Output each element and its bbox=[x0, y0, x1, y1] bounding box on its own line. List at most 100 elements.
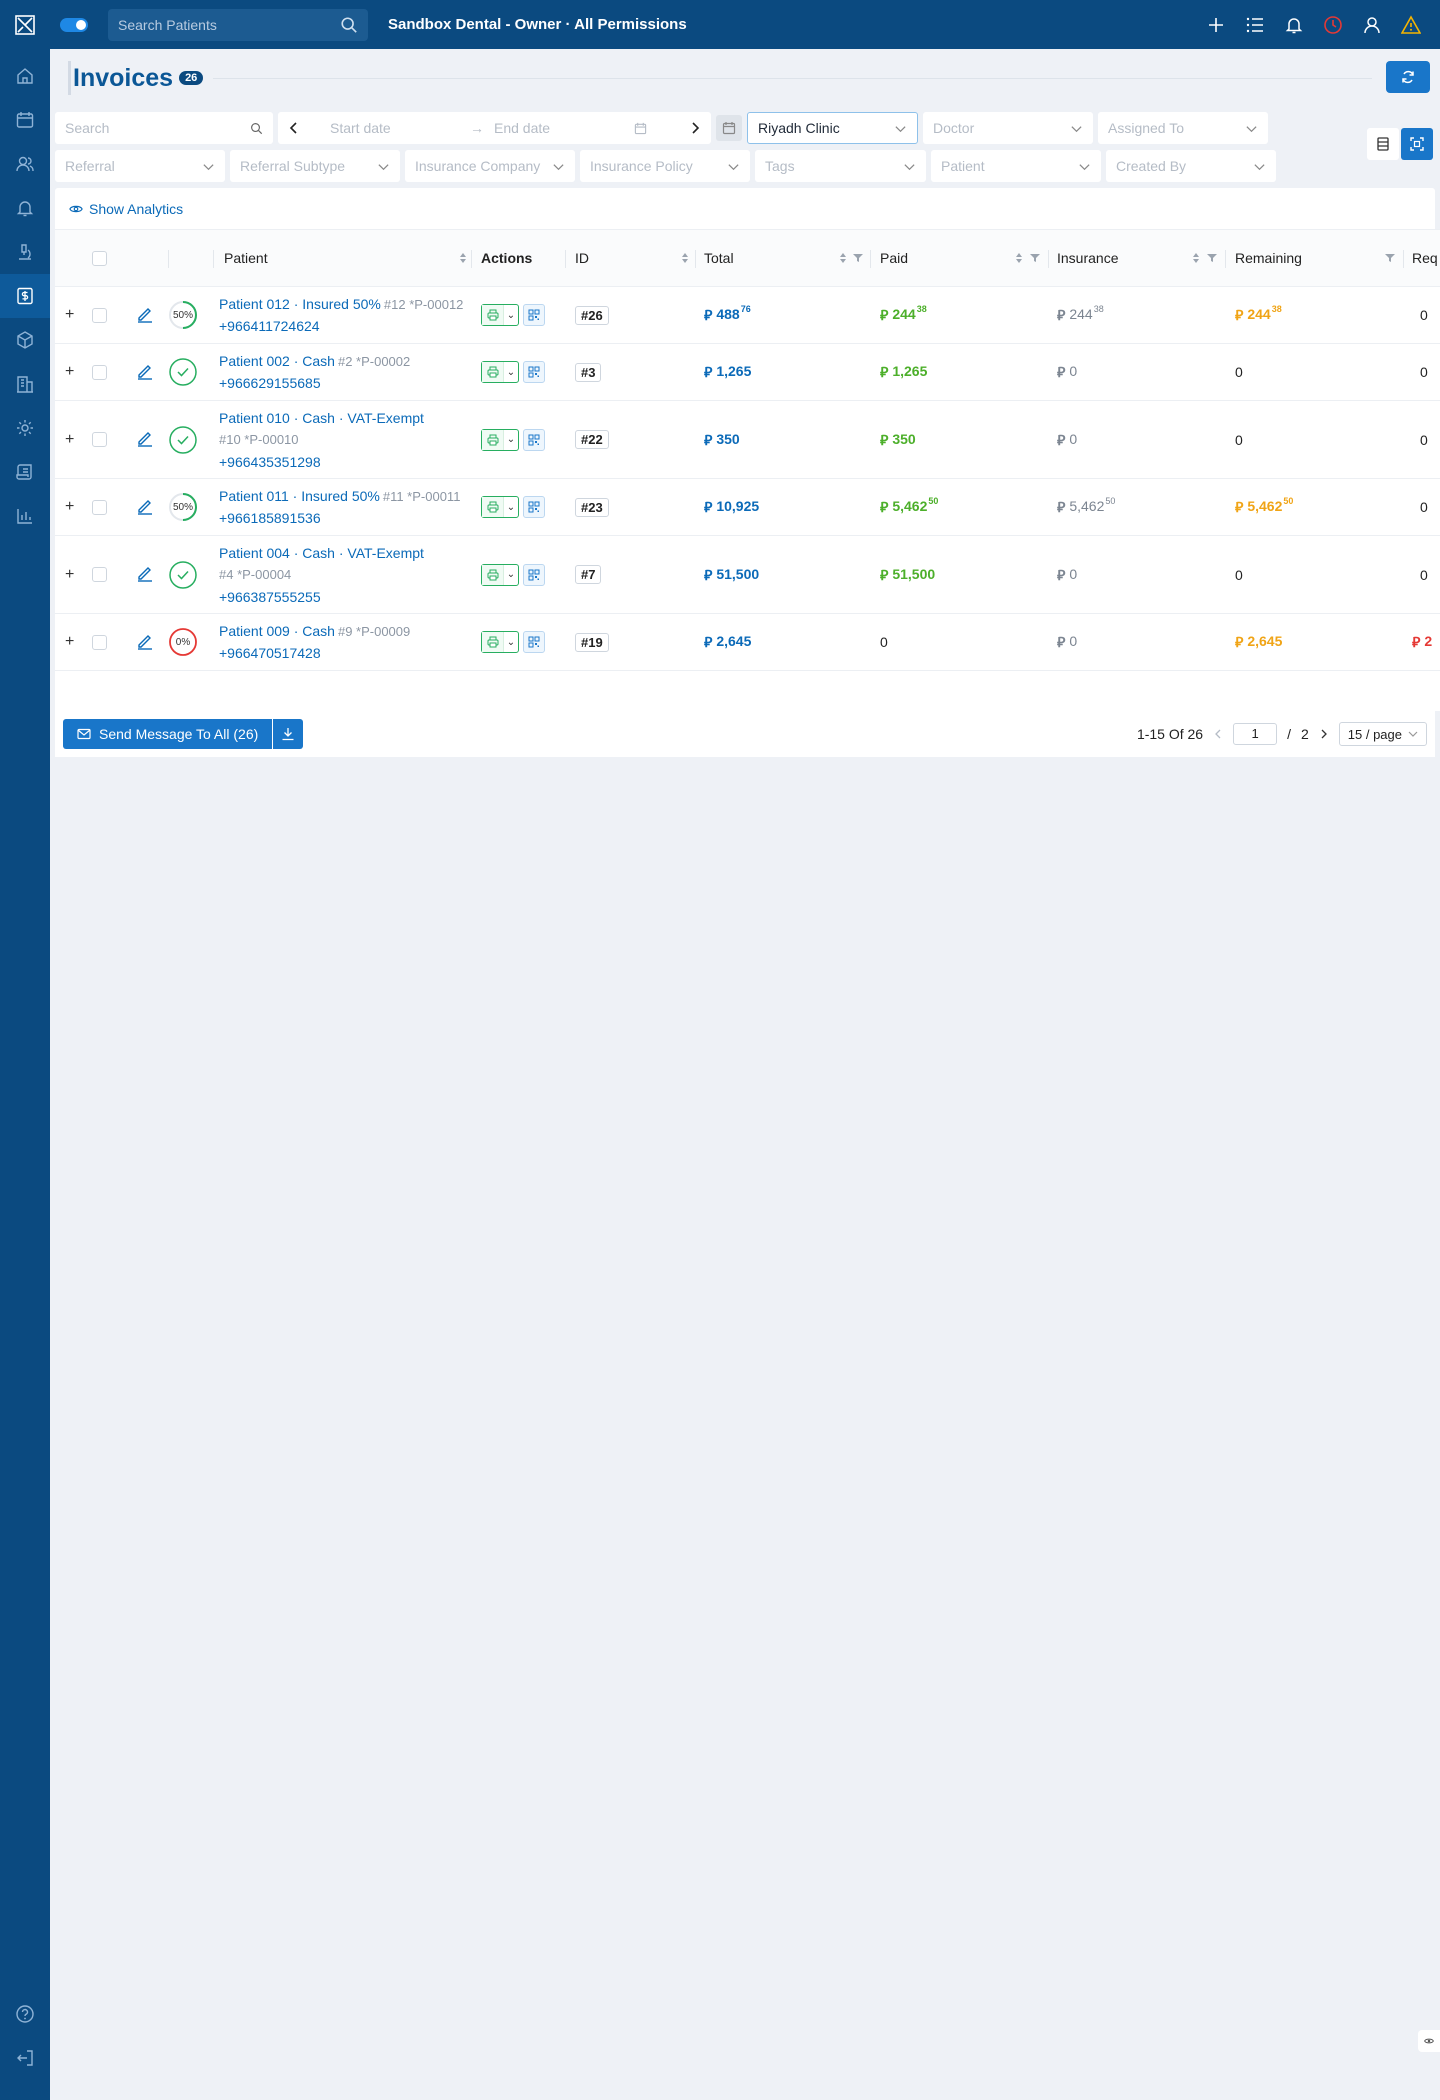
patient-phone-link[interactable]: +966629155685 bbox=[219, 372, 410, 394]
table-row[interactable]: + Patient 004 · Cash · VAT-Exempt #4 *P-00… bbox=[55, 536, 1440, 614]
sidebar-item-lab[interactable] bbox=[0, 230, 50, 274]
sidebar-item-patients[interactable] bbox=[0, 142, 50, 186]
search-input[interactable]: Search bbox=[55, 112, 273, 144]
sort-total-button[interactable] bbox=[833, 230, 847, 286]
theme-toggle[interactable] bbox=[60, 17, 88, 32]
tags-select[interactable]: Tags bbox=[755, 150, 926, 182]
app-logo[interactable] bbox=[0, 0, 50, 49]
task-list-button[interactable] bbox=[1235, 0, 1274, 49]
table-row[interactable]: +0% Patient 009 · Cash #9 *P-00009 +9664705… bbox=[55, 614, 1440, 671]
invoice-id-badge[interactable]: #19 bbox=[575, 632, 609, 652]
print-invoice-button[interactable]: ⌄ bbox=[481, 361, 519, 383]
sidebar-item-invoices[interactable] bbox=[0, 274, 50, 318]
next-page-button[interactable] bbox=[1319, 726, 1329, 742]
table-row[interactable]: + Patient 010 · Cash · VAT-Exempt #10 *P-0… bbox=[55, 401, 1440, 479]
referral-subtype-select[interactable]: Referral Subtype bbox=[230, 150, 400, 182]
doctor-select[interactable]: Doctor bbox=[923, 112, 1093, 144]
print-options-dropdown[interactable]: ⌄ bbox=[504, 367, 518, 378]
qr-code-button[interactable] bbox=[523, 631, 545, 653]
sort-insurance-button[interactable] bbox=[1186, 230, 1200, 286]
print-invoice-button[interactable]: ⌄ bbox=[481, 496, 519, 518]
show-analytics-toggle[interactable]: Show Analytics bbox=[55, 188, 1435, 229]
refresh-button[interactable] bbox=[1386, 61, 1430, 93]
start-date-input[interactable]: Start date bbox=[330, 120, 460, 136]
assigned-to-select[interactable]: Assigned To bbox=[1098, 112, 1268, 144]
edit-invoice-button[interactable] bbox=[136, 429, 154, 450]
patient-name-link[interactable]: Patient 002 · Cash bbox=[219, 353, 335, 369]
filter-remaining-button[interactable] bbox=[1385, 230, 1395, 286]
qr-code-button[interactable] bbox=[523, 563, 545, 586]
table-row[interactable]: +50% Patient 011 · Insured 50% #11 *P-0001… bbox=[55, 479, 1440, 536]
invoice-id-badge[interactable]: #3 bbox=[575, 362, 602, 382]
row-checkbox[interactable] bbox=[92, 307, 107, 323]
expand-row-button[interactable]: + bbox=[65, 306, 74, 324]
filter-paid-button[interactable] bbox=[1030, 230, 1040, 286]
insurance-company-select[interactable]: Insurance Company bbox=[405, 150, 575, 182]
table-view-button[interactable] bbox=[1367, 128, 1399, 160]
insurance-policy-select[interactable]: Insurance Policy bbox=[580, 150, 750, 182]
page-number-input[interactable]: 1 bbox=[1233, 723, 1278, 745]
expand-row-button[interactable]: + bbox=[65, 633, 74, 651]
print-invoice-button[interactable]: ⌄ bbox=[481, 428, 519, 451]
column-paid[interactable]: Paid bbox=[880, 230, 908, 286]
sidebar-item-notifications[interactable] bbox=[0, 186, 50, 230]
profile-button[interactable] bbox=[1352, 0, 1391, 49]
filter-total-button[interactable] bbox=[853, 230, 863, 286]
notifications-button[interactable] bbox=[1274, 0, 1313, 49]
sidebar-item-clinics[interactable] bbox=[0, 362, 50, 406]
patient-name-link[interactable]: Patient 010 · Cash · VAT-Exempt bbox=[219, 410, 424, 426]
clock-button[interactable] bbox=[1313, 0, 1352, 49]
patient-name-link[interactable]: Patient 009 · Cash bbox=[219, 623, 335, 639]
patient-phone-link[interactable]: +966411724624 bbox=[219, 315, 463, 337]
print-options-dropdown[interactable]: ⌄ bbox=[504, 569, 518, 580]
invoice-id-badge[interactable]: #7 bbox=[575, 565, 602, 584]
edit-invoice-button[interactable] bbox=[136, 362, 154, 383]
print-invoice-button[interactable]: ⌄ bbox=[481, 631, 519, 653]
invoice-id-badge[interactable]: #23 bbox=[575, 497, 609, 517]
column-req[interactable]: Req bbox=[1412, 230, 1438, 286]
row-checkbox[interactable] bbox=[92, 499, 107, 515]
sidebar-item-home[interactable] bbox=[0, 54, 50, 98]
prev-date-button[interactable] bbox=[278, 121, 310, 135]
created-by-select[interactable]: Created By bbox=[1106, 150, 1276, 182]
expand-row-button[interactable]: + bbox=[65, 363, 74, 381]
print-invoice-button[interactable]: ⌄ bbox=[481, 563, 519, 586]
sort-patient-button[interactable] bbox=[453, 230, 467, 286]
clinic-select[interactable]: Riyadh Clinic bbox=[747, 112, 918, 144]
row-checkbox[interactable] bbox=[92, 432, 107, 447]
patient-phone-link[interactable]: +966470517428 bbox=[219, 642, 410, 664]
print-options-dropdown[interactable]: ⌄ bbox=[504, 637, 518, 648]
floating-eye-tab[interactable] bbox=[1418, 2030, 1440, 2052]
qr-code-button[interactable] bbox=[523, 304, 545, 326]
invoice-id-badge[interactable]: #22 bbox=[575, 430, 609, 449]
download-button[interactable] bbox=[273, 719, 304, 749]
column-remaining[interactable]: Remaining bbox=[1235, 230, 1302, 286]
sidebar-item-analytics[interactable] bbox=[0, 494, 50, 538]
expand-row-button[interactable]: + bbox=[65, 566, 74, 584]
print-options-dropdown[interactable]: ⌄ bbox=[504, 434, 518, 445]
table-row[interactable]: +50% Patient 012 · Insured 50% #12 *P-0001… bbox=[55, 287, 1440, 344]
qr-code-button[interactable] bbox=[523, 496, 545, 518]
expand-row-button[interactable]: + bbox=[65, 498, 74, 516]
row-checkbox[interactable] bbox=[92, 364, 107, 380]
row-checkbox[interactable] bbox=[92, 634, 107, 650]
warning-button[interactable] bbox=[1391, 0, 1430, 49]
qr-code-button[interactable] bbox=[523, 428, 545, 451]
end-date-input[interactable]: End date bbox=[494, 120, 624, 136]
patient-phone-link[interactable]: +966387555255 bbox=[219, 586, 424, 608]
print-options-dropdown[interactable]: ⌄ bbox=[504, 310, 518, 321]
patient-phone-link[interactable]: +966435351298 bbox=[219, 451, 424, 473]
calendar-button[interactable] bbox=[716, 115, 742, 141]
column-patient[interactable]: Patient bbox=[224, 230, 268, 286]
sort-id-button[interactable] bbox=[675, 230, 689, 286]
print-options-dropdown[interactable]: ⌄ bbox=[504, 502, 518, 513]
search-patients-input[interactable]: Search Patients bbox=[108, 8, 368, 41]
next-date-button[interactable] bbox=[679, 121, 711, 135]
expand-row-button[interactable]: + bbox=[65, 431, 74, 449]
edit-invoice-button[interactable] bbox=[136, 564, 154, 585]
sidebar-item-settings[interactable] bbox=[0, 406, 50, 450]
column-total[interactable]: Total bbox=[704, 230, 734, 286]
sidebar-item-inventory[interactable] bbox=[0, 318, 50, 362]
patient-name-link[interactable]: Patient 012 · Insured 50% bbox=[219, 296, 381, 312]
column-insurance[interactable]: Insurance bbox=[1057, 230, 1118, 286]
